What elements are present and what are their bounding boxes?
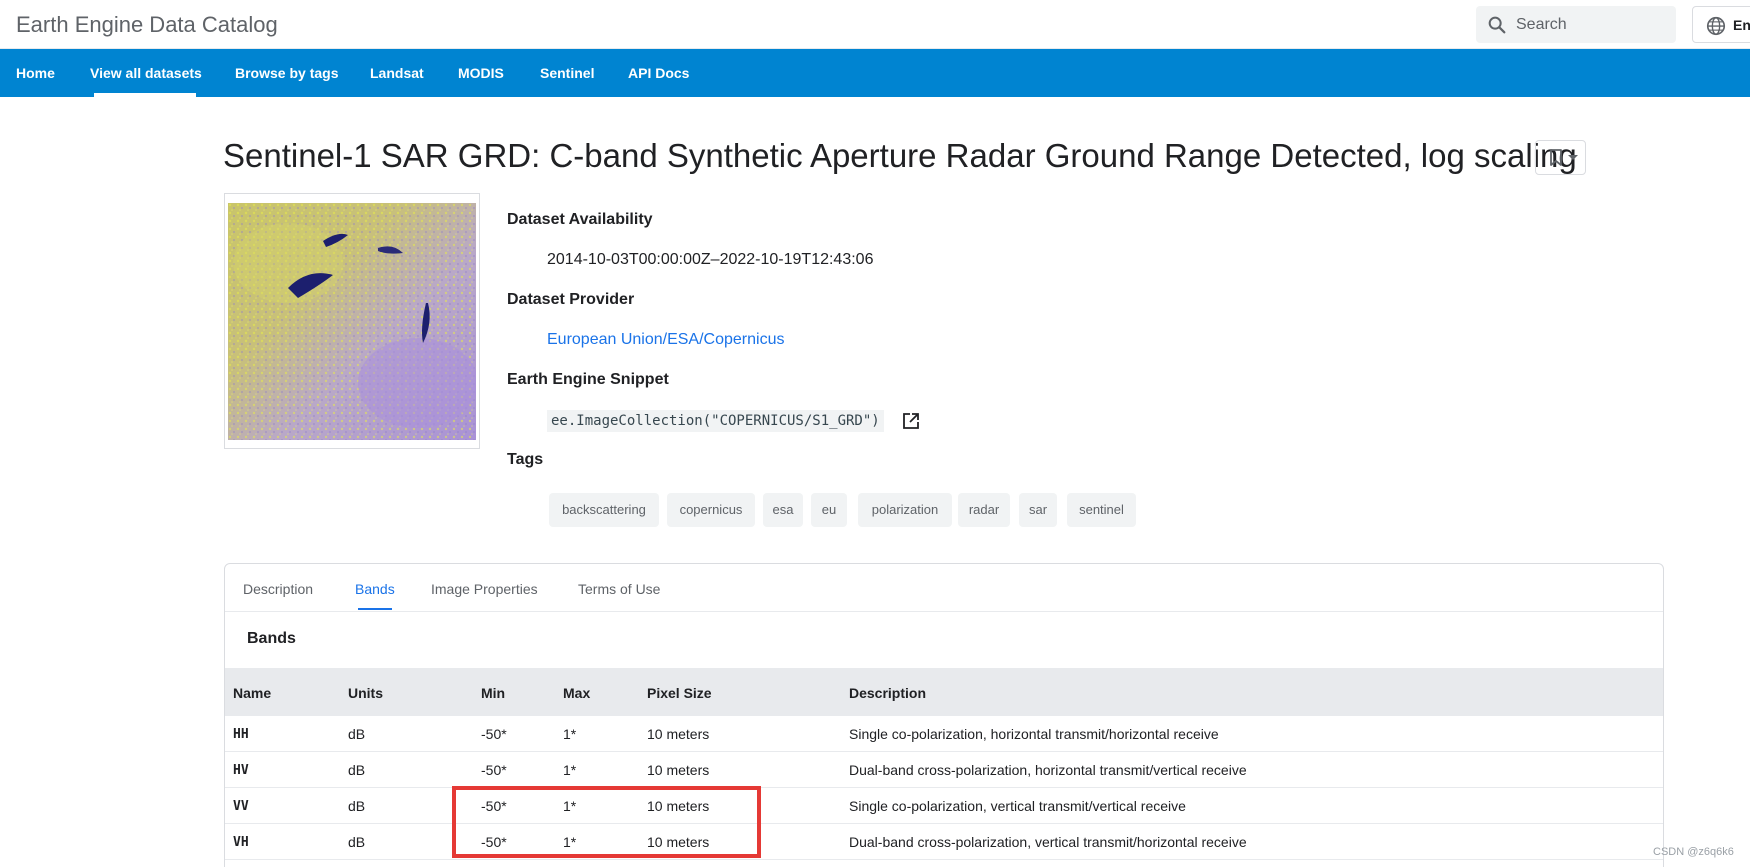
table-row: HH dB -50* 1* 10 meters Single co-polari…: [225, 716, 1663, 752]
provider-label: Dataset Provider: [507, 291, 635, 308]
band-units: dB: [348, 798, 366, 814]
tag-chip[interactable]: polarization: [858, 493, 952, 527]
tab-image-properties[interactable]: Image Properties: [431, 581, 538, 597]
watermark: CSDN @z6q6k6: [1653, 846, 1734, 858]
chevron-down-icon: [1568, 155, 1578, 160]
tab-terms-of-use[interactable]: Terms of Use: [578, 581, 660, 597]
table-row: VV dB -50* 1* 10 meters Single co-polari…: [225, 788, 1663, 824]
column-header: Max: [563, 685, 591, 701]
tags-label: Tags: [507, 451, 544, 468]
band-min: -50*: [481, 726, 507, 742]
nav-item-home[interactable]: Home: [16, 65, 55, 81]
bookmark-button[interactable]: [1535, 140, 1586, 175]
band-description: Dual-band cross-polarization, vertical t…: [849, 834, 1247, 850]
tab-bands[interactable]: Bands: [355, 581, 395, 597]
snippet-label: Earth Engine Snippet: [507, 371, 669, 388]
tag-chip[interactable]: sar: [1019, 493, 1057, 527]
band-pixel-size: 10 meters: [647, 762, 710, 778]
main-nav: Home View all datasets Browse by tags La…: [0, 49, 1750, 97]
band-description: Single co-polarization, horizontal trans…: [849, 726, 1219, 742]
band-name: HH: [233, 727, 249, 742]
open-in-new-icon[interactable]: [902, 412, 920, 430]
column-header: Min: [481, 685, 506, 701]
bands-heading: Bands: [247, 630, 296, 647]
band-units: dB: [348, 726, 366, 742]
tabs-divider: [225, 611, 1663, 612]
tag-chip[interactable]: radar: [958, 493, 1010, 527]
band-pixel-size: 10 meters: [647, 726, 710, 742]
column-header: Units: [348, 685, 383, 701]
table-row: VH dB -50* 1* 10 meters Dual-band cross-…: [225, 824, 1663, 860]
top-header: Earth Engine Data Catalog Search En: [0, 0, 1750, 49]
nav-item-browse-by-tags[interactable]: Browse by tags: [235, 65, 338, 81]
language-button[interactable]: En: [1692, 6, 1750, 43]
nav-item-sentinel[interactable]: Sentinel: [540, 65, 594, 81]
column-header: Pixel Size: [647, 685, 712, 701]
tab-active-indicator: [358, 608, 392, 610]
tag-chip[interactable]: copernicus: [667, 493, 755, 527]
highlight-annotation-box: [452, 786, 761, 858]
nav-item-landsat[interactable]: Landsat: [370, 65, 424, 81]
band-description: Single co-polarization, vertical transmi…: [849, 798, 1186, 814]
snippet-code[interactable]: ee.ImageCollection("COPERNICUS/S1_GRD"): [547, 410, 884, 432]
band-name: VV: [233, 799, 249, 814]
availability-label: Dataset Availability: [507, 211, 653, 228]
page-title: Sentinel-1 SAR GRD: C-band Synthetic Ape…: [223, 137, 1577, 174]
nav-item-modis[interactable]: MODIS: [458, 65, 504, 81]
tag-chip[interactable]: eu: [811, 493, 847, 527]
availability-value: 2014-10-03T00:00:00Z–2022-10-19T12:43:06: [547, 251, 874, 268]
band-name: HV: [233, 763, 249, 778]
band-name: VH: [233, 835, 249, 850]
provider-link[interactable]: European Union/ESA/Copernicus: [547, 331, 784, 349]
dataset-thumbnail: [224, 193, 480, 449]
nav-active-indicator: [94, 93, 196, 97]
band-max: 1*: [563, 762, 577, 778]
bands-table-header: Name Units Min Max Pixel Size Descriptio…: [225, 668, 1663, 716]
tag-chip[interactable]: sentinel: [1067, 493, 1136, 527]
bookmark-icon: [1550, 149, 1562, 166]
globe-icon: [1706, 16, 1726, 36]
site-title[interactable]: Earth Engine Data Catalog: [16, 12, 278, 38]
search-input[interactable]: Search: [1476, 6, 1676, 43]
nav-item-view-all-datasets[interactable]: View all datasets: [90, 65, 202, 81]
tag-chip[interactable]: backscattering: [549, 493, 659, 527]
dataset-tabs-panel: Description Bands Image Properties Terms…: [224, 563, 1664, 867]
language-label: En: [1733, 17, 1750, 33]
search-icon: [1488, 16, 1506, 34]
band-units: dB: [348, 834, 366, 850]
tag-chip[interactable]: esa: [763, 493, 803, 527]
column-header: Description: [849, 685, 927, 701]
band-description: Dual-band cross-polarization, horizontal…: [849, 762, 1247, 778]
column-header: Name: [233, 685, 272, 701]
search-placeholder: Search: [1516, 16, 1567, 33]
tab-description[interactable]: Description: [243, 581, 313, 597]
band-max: 1*: [563, 726, 577, 742]
nav-item-api-docs[interactable]: API Docs: [628, 65, 689, 81]
band-min: -50*: [481, 762, 507, 778]
band-units: dB: [348, 762, 366, 778]
table-row: HV dB -50* 1* 10 meters Dual-band cross-…: [225, 752, 1663, 788]
sar-preview-image: [228, 203, 476, 440]
